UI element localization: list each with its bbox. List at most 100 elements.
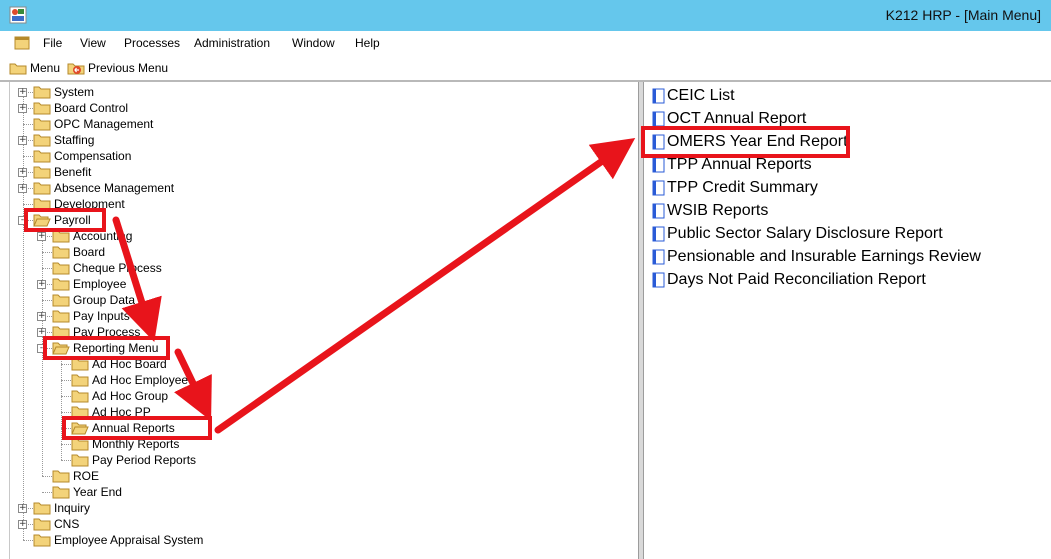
tree-node-label: Staffing [54, 133, 95, 147]
app-icon[interactable] [9, 6, 27, 24]
folder-icon [52, 326, 70, 339]
tree-node-employee-appraisal-system[interactable]: Employee Appraisal System [33, 532, 203, 548]
menu-administration[interactable]: Administration [194, 36, 270, 50]
tree-node-label: Ad Hoc Board [92, 357, 167, 371]
tree-connector [23, 156, 33, 157]
tree-node-ad-hoc-pp[interactable]: Ad Hoc PP [71, 404, 151, 420]
expand-icon[interactable]: + [37, 328, 46, 337]
tree-node-employee[interactable]: Employee [52, 276, 126, 292]
tree-node-development[interactable]: Development [33, 196, 125, 212]
report-item-label: OCT Annual Report [667, 110, 807, 127]
folder-icon [33, 502, 51, 515]
tree-node-absence-management[interactable]: Absence Management [33, 180, 174, 196]
expand-icon[interactable]: + [37, 280, 46, 289]
expand-icon[interactable]: + [18, 520, 27, 529]
tree-connector [61, 364, 71, 365]
report-item-label: TPP Annual Reports [667, 156, 812, 173]
report-item-label: Pensionable and Insurable Earnings Revie… [667, 248, 981, 265]
report-item[interactable]: WSIB Reports [652, 200, 768, 222]
tree-node-reporting-menu[interactable]: Reporting Menu [52, 340, 158, 356]
tree-node-label: CNS [54, 517, 80, 531]
tree-node-inquiry[interactable]: Inquiry [33, 500, 90, 516]
expand-icon[interactable]: + [18, 504, 27, 513]
collapse-icon[interactable]: - [37, 344, 46, 353]
tree-node-label: Absence Management [54, 181, 175, 195]
report-item-label: Days Not Paid Reconciliation Report [667, 271, 926, 288]
folder-icon [33, 86, 51, 99]
tree-node-roe[interactable]: ROE [52, 468, 99, 484]
tree-node-cheque-process[interactable]: Cheque Process [52, 260, 162, 276]
previous-menu-label: Previous Menu [88, 60, 169, 75]
tree-node-year-end[interactable]: Year End [52, 484, 122, 500]
tree-connector [23, 540, 33, 541]
previous-menu-button[interactable]: Previous Menu [67, 59, 168, 76]
tree-node-opc-management[interactable]: OPC Management [33, 116, 153, 132]
tree-node-ad-hoc-employee[interactable]: Ad Hoc Employee [71, 372, 188, 388]
expand-icon[interactable]: + [37, 312, 46, 321]
report-item[interactable]: Days Not Paid Reconciliation Report [652, 269, 926, 291]
tree-node-monthly-reports[interactable]: Monthly Reports [71, 436, 179, 452]
tree-node-payroll[interactable]: Payroll [33, 212, 91, 228]
folder-icon [33, 134, 51, 147]
tree-node-system[interactable]: System [33, 84, 94, 100]
folder-icon [33, 150, 51, 163]
tree-line-root [23, 96, 24, 540]
menu-window[interactable]: Window [292, 36, 335, 50]
tree-node-compensation[interactable]: Compensation [33, 148, 131, 164]
menu-processes[interactable]: Processes [124, 36, 180, 50]
expand-icon[interactable]: + [18, 168, 27, 177]
tree-node-benefit[interactable]: Benefit [33, 164, 91, 180]
tree-node-pay-period-reports[interactable]: Pay Period Reports [71, 452, 196, 468]
tree-node-group-data[interactable]: Group Data [52, 292, 135, 308]
tree-connector [42, 268, 52, 269]
folder-back-icon [67, 63, 85, 74]
window-title: K212 HRP - [Main Menu] [885, 7, 1041, 23]
tree-node-annual-reports[interactable]: Annual Reports [71, 420, 175, 436]
document-icon [652, 157, 665, 173]
tree-node-label: Employee Appraisal System [54, 533, 204, 547]
collapse-icon[interactable]: - [18, 216, 27, 225]
tree-node-ad-hoc-group[interactable]: Ad Hoc Group [71, 388, 168, 404]
report-item[interactable]: CEIC List [652, 85, 735, 107]
report-item[interactable]: TPP Credit Summary [652, 177, 818, 199]
tree-node-cns[interactable]: CNS [33, 516, 79, 532]
folder-open-icon [33, 214, 51, 227]
folder-icon [33, 166, 51, 179]
tree-node-label: Payroll [54, 213, 91, 227]
expand-icon[interactable]: + [18, 184, 27, 193]
tree-node-pay-process[interactable]: Pay Process [52, 324, 140, 340]
report-item[interactable]: OCT Annual Report [652, 108, 806, 130]
tree-node-staffing[interactable]: Staffing [33, 132, 94, 148]
menu-button-label: Menu [30, 60, 61, 75]
tree-node-label: Benefit [54, 165, 92, 179]
report-item[interactable]: TPP Annual Reports [652, 154, 812, 176]
mdi-window-icon[interactable] [14, 36, 30, 50]
document-icon [652, 249, 665, 265]
folder-open-icon [71, 422, 89, 435]
report-item[interactable]: Pensionable and Insurable Earnings Revie… [652, 246, 981, 268]
expand-icon[interactable]: + [18, 136, 27, 145]
expand-icon[interactable]: + [18, 88, 27, 97]
report-item[interactable]: Public Sector Salary Disclosure Report [652, 223, 943, 245]
tree-node-accounting[interactable]: Accounting [52, 228, 132, 244]
menu-view[interactable]: View [80, 36, 106, 50]
menu-help[interactable]: Help [355, 36, 380, 50]
tree-node-pay-inputs[interactable]: Pay Inputs [52, 308, 130, 324]
tree-node-label: Compensation [54, 149, 132, 163]
tree-node-label: ROE [73, 469, 100, 483]
tree-node-board[interactable]: Board [52, 244, 105, 260]
menu-button[interactable]: Menu [9, 59, 60, 76]
report-item[interactable]: OMERS Year End Report [652, 131, 848, 153]
tree-connector [61, 444, 71, 445]
report-item-label: TPP Credit Summary [667, 179, 818, 196]
toolbar: Menu Previous Menu [0, 55, 1051, 80]
tree-connector [61, 380, 71, 381]
menu-file[interactable]: File [43, 36, 62, 50]
tree-node-ad-hoc-board[interactable]: Ad Hoc Board [71, 356, 167, 372]
expand-icon[interactable]: + [18, 104, 27, 113]
expand-icon[interactable]: + [37, 232, 46, 241]
folder-icon [52, 246, 70, 259]
folder-icon [71, 438, 89, 451]
tree-connector [42, 252, 52, 253]
tree-node-board-control[interactable]: Board Control [33, 100, 128, 116]
